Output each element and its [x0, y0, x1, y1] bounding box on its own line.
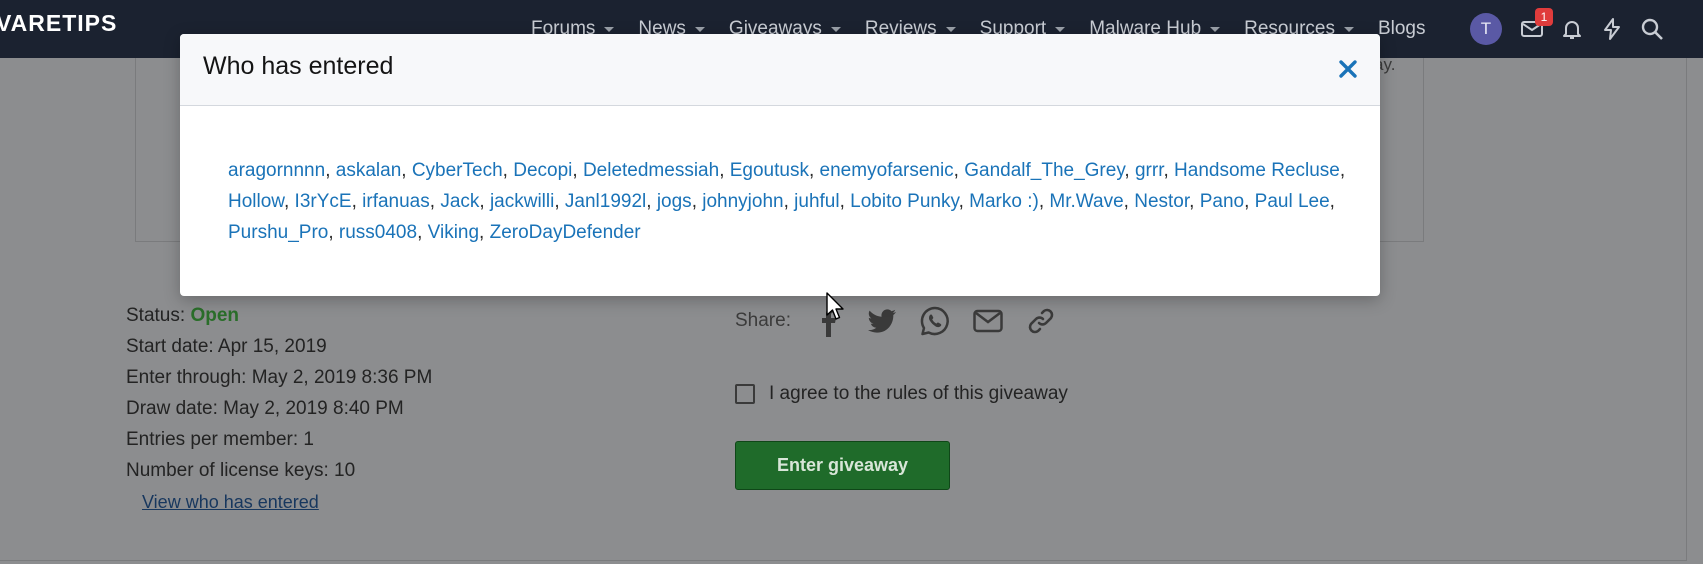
entrant-separator: ,: [351, 191, 363, 212]
entrant-link[interactable]: askalan: [336, 160, 402, 181]
giveaway-details: Status: Open Start date: Apr 15, 2019 En…: [126, 300, 432, 486]
license-keys-count: Number of license keys: 10: [126, 460, 356, 481]
entrant-link[interactable]: Mr.Wave: [1049, 191, 1123, 212]
chevron-down-icon: [1210, 26, 1221, 32]
entrant-separator: ,: [1189, 191, 1200, 212]
entrant-link[interactable]: russ0408: [339, 222, 417, 243]
entrant-separator: ,: [429, 191, 441, 212]
link-icon[interactable]: [1025, 305, 1057, 337]
entrants-modal: Who has entered aragornnnn, askalan, Cyb…: [180, 34, 1380, 296]
entrant-link[interactable]: Nestor: [1134, 191, 1189, 212]
entrant-link[interactable]: enemyofarsenic: [820, 160, 954, 181]
entrant-separator: ,: [325, 160, 336, 181]
search-icon[interactable]: [1640, 17, 1664, 41]
entrant-link[interactable]: Paul Lee: [1255, 191, 1330, 212]
entrant-separator: ,: [572, 160, 583, 181]
inbox-icon[interactable]: 1: [1520, 8, 1553, 41]
draw-date: Draw date: May 2, 2019 8:40 PM: [126, 398, 404, 419]
lightning-icon[interactable]: [1600, 17, 1624, 41]
entrant-link[interactable]: Viking: [428, 222, 479, 243]
entrant-link[interactable]: Egoutusk: [730, 160, 809, 181]
entrant-separator: ,: [417, 222, 428, 243]
entrant-link[interactable]: CyberTech: [412, 160, 503, 181]
entrant-link[interactable]: Handsome Recluse: [1174, 160, 1340, 181]
entrant-separator: ,: [1329, 191, 1335, 212]
status-badge: Open: [190, 305, 239, 326]
chevron-down-icon: [604, 26, 615, 32]
agree-rules-label[interactable]: I agree to the rules of this giveaway: [769, 383, 1068, 405]
entrant-separator: ,: [502, 160, 514, 181]
chevron-down-icon: [945, 26, 956, 32]
enter-through-date: Enter through: May 2, 2019 8:36 PM: [126, 367, 433, 388]
entrant-link[interactable]: Deletedmessiah: [583, 160, 719, 181]
entrant-link[interactable]: Lobito Punky: [850, 191, 958, 212]
share-row: Share:: [735, 305, 1078, 337]
entrant-list: aragornnnn, askalan, CyberTech, Decopi, …: [228, 155, 1348, 248]
entrant-link[interactable]: aragornnnn: [228, 160, 325, 181]
chevron-down-icon: [830, 26, 841, 32]
chevron-down-icon: [694, 26, 705, 32]
whatsapp-icon[interactable]: [919, 305, 951, 337]
inbox-badge: 1: [1535, 8, 1553, 26]
entries-per-member: Entries per member: 1: [126, 429, 314, 450]
enter-giveaway-button[interactable]: Enter giveaway: [735, 441, 950, 490]
entrant-link[interactable]: Gandalf_The_Grey: [964, 160, 1124, 181]
entrant-link[interactable]: Purshu_Pro: [228, 222, 328, 243]
entrant-link[interactable]: jackwilli: [490, 191, 554, 212]
entrant-link[interactable]: Hollow: [228, 191, 284, 212]
email-icon[interactable]: [972, 305, 1004, 337]
entrant-separator: ,: [328, 222, 339, 243]
entrant-separator: ,: [1244, 191, 1255, 212]
entrant-separator: ,: [479, 191, 490, 212]
agree-rules-checkbox[interactable]: [735, 384, 755, 404]
chevron-down-icon: [1343, 26, 1354, 32]
view-entrants-link[interactable]: View who has entered: [142, 492, 319, 513]
chevron-down-icon: [1055, 26, 1066, 32]
entrant-link[interactable]: ZeroDayDefender: [490, 222, 641, 243]
entrant-separator: ,: [1163, 160, 1175, 181]
entrant-link[interactable]: jogs: [657, 191, 692, 212]
bell-icon[interactable]: [1560, 17, 1584, 41]
entrant-separator: ,: [691, 191, 703, 212]
entrant-link[interactable]: grrr: [1135, 160, 1164, 181]
entrant-separator: ,: [808, 160, 820, 181]
entrant-link[interactable]: I3rYcE: [295, 191, 352, 212]
nav-item-blogs[interactable]: Blogs: [1378, 18, 1426, 40]
entrant-link[interactable]: Marko :): [969, 191, 1039, 212]
entrant-link[interactable]: Decopi: [513, 160, 572, 181]
avatar[interactable]: T: [1470, 13, 1502, 45]
entrant-link[interactable]: Pano: [1200, 191, 1244, 212]
entrant-link[interactable]: juhful: [794, 191, 839, 212]
entrant-separator: ,: [1339, 160, 1346, 181]
entrant-separator: ,: [719, 160, 730, 181]
twitter-icon[interactable]: [866, 305, 898, 337]
start-date: Start date: Apr 15, 2019: [126, 336, 327, 357]
entrant-link[interactable]: irfanuas: [362, 191, 430, 212]
entrant-separator: ,: [479, 222, 490, 243]
entrant-separator: ,: [1124, 160, 1135, 181]
modal-title: Who has entered: [203, 52, 394, 80]
share-label: Share:: [735, 310, 791, 331]
entrant-separator: ,: [283, 191, 295, 212]
entrant-separator: ,: [958, 191, 970, 212]
agree-rules-row: I agree to the rules of this giveaway: [735, 383, 1068, 405]
modal-header: Who has entered: [180, 34, 1380, 106]
entrant-separator: ,: [646, 191, 657, 212]
site-logo[interactable]: VARETIPS: [0, 10, 117, 37]
entrant-separator: ,: [839, 191, 851, 212]
entrant-link[interactable]: Jack: [440, 191, 479, 212]
entrant-separator: ,: [1123, 191, 1135, 212]
entrant-separator: ,: [554, 191, 565, 212]
mouse-cursor-icon: [826, 292, 846, 322]
entrant-separator: ,: [953, 160, 965, 181]
status-line: Status: Open: [126, 305, 239, 326]
entrant-separator: ,: [1038, 191, 1050, 212]
user-nav-icons: T 1: [1470, 0, 1680, 58]
entrant-link[interactable]: Janl1992l: [565, 191, 646, 212]
entrant-link[interactable]: johnyjohn: [702, 191, 783, 212]
entrant-separator: ,: [783, 191, 795, 212]
close-icon[interactable]: [1333, 54, 1363, 84]
entrant-separator: ,: [401, 160, 412, 181]
